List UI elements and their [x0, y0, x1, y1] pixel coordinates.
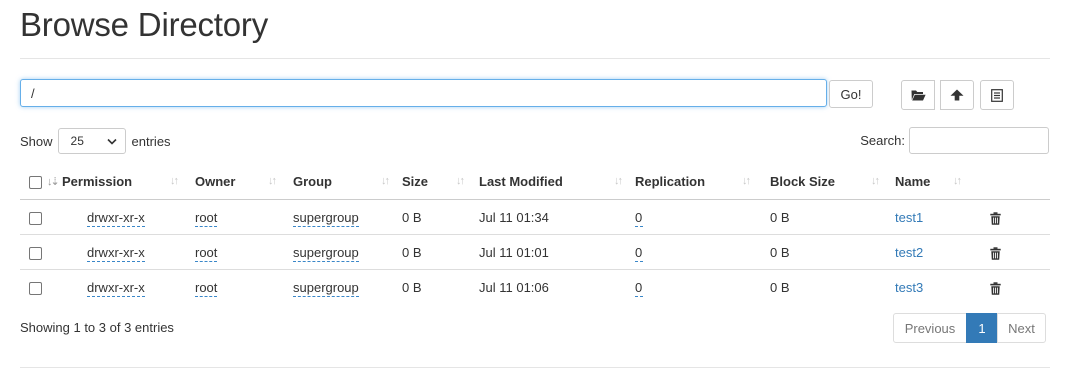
table-header-row: ↓⇣ Permission ↓↑ Owner ↓↑ Group ↓↑ Size …	[20, 164, 1050, 200]
file-name-link[interactable]: test3	[895, 280, 923, 295]
trash-icon[interactable]	[990, 246, 1001, 260]
upload-icon	[950, 89, 964, 101]
select-all-header: ↓⇣	[20, 164, 62, 200]
trash-icon[interactable]	[990, 211, 1001, 225]
entries-per-page-value: 25	[70, 134, 84, 148]
toggle-view-button[interactable]	[980, 80, 1014, 110]
sort-icon: ↓↑	[742, 175, 751, 187]
table-row: drwxr-xr-x root supergroup 0 B Jul 11 01…	[20, 234, 1050, 270]
owner-value[interactable]: root	[195, 209, 218, 227]
column-size[interactable]: Size ↓↑	[402, 164, 479, 200]
column-name[interactable]: Name ↓↑	[895, 164, 972, 200]
sort-icon: ↓↑	[381, 175, 390, 187]
column-replication[interactable]: Replication ↓↑	[635, 164, 770, 200]
permission-value[interactable]: drwxr-xr-x	[87, 244, 145, 262]
owner-value[interactable]: root	[195, 279, 218, 297]
sort-icon: ↓↑	[871, 175, 880, 187]
footer-divider	[20, 367, 1050, 368]
page-title: Browse Directory	[20, 6, 269, 43]
search-control: Search:	[860, 127, 1049, 154]
sort-icon: ↓↑	[268, 175, 277, 187]
row-checkbox[interactable]	[29, 211, 42, 225]
sort-icon: ↓↑	[953, 175, 962, 187]
group-value[interactable]: supergroup	[293, 279, 359, 297]
table-row: drwxr-xr-x root supergroup 0 B Jul 11 01…	[20, 200, 1050, 235]
previous-page-button[interactable]: Previous	[893, 313, 967, 343]
entries-label: entries	[131, 133, 171, 149]
block-size-value: 0 B	[770, 269, 895, 304]
search-label: Search:	[860, 133, 905, 148]
owner-value[interactable]: root	[195, 244, 218, 262]
permission-value[interactable]: drwxr-xr-x	[87, 279, 145, 297]
replication-value[interactable]: 0	[635, 279, 644, 297]
last-modified-value: Jul 11 01:34	[479, 209, 549, 225]
search-input[interactable]	[909, 127, 1049, 154]
group-value[interactable]: supergroup	[293, 209, 359, 227]
group-value[interactable]: supergroup	[293, 244, 359, 262]
table-info: Showing 1 to 3 of 3 entries	[20, 320, 174, 335]
sort-icon: ↓↑	[170, 175, 179, 187]
title-divider	[20, 58, 1050, 59]
column-permission[interactable]: Permission ↓↑	[62, 164, 195, 200]
create-directory-button[interactable]	[901, 80, 935, 110]
sort-asc-icon: ↓⇣	[47, 176, 60, 188]
permission-value[interactable]: drwxr-xr-x	[87, 209, 145, 227]
list-icon	[991, 88, 1003, 102]
row-checkbox[interactable]	[29, 281, 42, 295]
select-all-checkbox[interactable]	[29, 176, 42, 190]
next-page-button[interactable]: Next	[997, 313, 1046, 343]
chevron-down-icon	[106, 138, 117, 145]
show-label: Show	[20, 133, 53, 149]
column-actions	[972, 164, 1050, 200]
file-name-link[interactable]: test1	[895, 210, 923, 225]
directory-table: ↓⇣ Permission ↓↑ Owner ↓↑ Group ↓↑ Size …	[20, 164, 1050, 304]
block-size-value: 0 B	[770, 234, 895, 270]
file-name-link[interactable]: test2	[895, 245, 923, 260]
replication-value[interactable]: 0	[635, 209, 644, 227]
replication-value[interactable]: 0	[635, 244, 644, 262]
last-modified-value: Jul 11 01:06	[479, 269, 635, 304]
current-page-button[interactable]: 1	[966, 313, 998, 343]
column-block-size[interactable]: Block Size ↓↑	[770, 164, 895, 200]
trash-icon[interactable]	[990, 281, 1001, 295]
path-input[interactable]	[20, 79, 827, 107]
last-modified-value: Jul 11 01:01	[479, 234, 635, 270]
block-size-value: 0 B	[770, 209, 790, 225]
column-group[interactable]: Group ↓↑	[293, 164, 402, 200]
size-value: 0 B	[402, 234, 479, 270]
sort-icon: ↓↑	[614, 175, 623, 187]
upload-button[interactable]	[940, 80, 974, 110]
sort-icon: ↓↑	[456, 175, 465, 187]
folder-open-icon	[911, 90, 926, 101]
size-value: 0 B	[402, 269, 479, 304]
table-row: drwxr-xr-x root supergroup 0 B Jul 11 01…	[20, 269, 1050, 304]
go-button[interactable]: Go!	[829, 80, 873, 108]
pagination: Previous 1 Next	[893, 313, 1046, 343]
column-last-modified[interactable]: Last Modified ↓↑	[479, 164, 635, 200]
entries-per-page-select[interactable]: 25	[57, 128, 126, 154]
row-checkbox[interactable]	[29, 246, 42, 260]
column-owner[interactable]: Owner ↓↑	[195, 164, 293, 200]
size-value: 0 B	[402, 209, 422, 225]
entries-length-control: Show 25 entries	[20, 128, 171, 154]
